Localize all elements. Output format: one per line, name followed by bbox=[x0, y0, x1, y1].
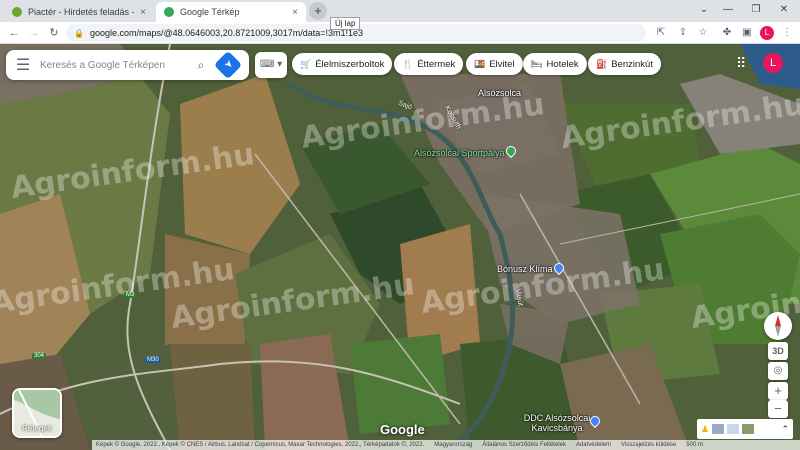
imagery-thumb-icon[interactable] bbox=[712, 424, 725, 434]
forward-icon[interactable]: → bbox=[26, 25, 42, 41]
restaurant-icon: 🍴 bbox=[402, 58, 414, 69]
directions-icon[interactable]: ➤ bbox=[213, 50, 243, 80]
browser-toolbar: ← → ↻ 🔒 google.com/maps/@48.0646003,20.8… bbox=[0, 22, 800, 44]
chip-benzinkut[interactable]: ⛽ Benzinkút bbox=[588, 53, 661, 75]
place-label-kavicsbanya[interactable]: DDC Alsózsolcai Kavicsbánya bbox=[522, 413, 592, 433]
close-window-button[interactable]: ✕ bbox=[774, 2, 794, 18]
footer-link-country[interactable]: Magyarország bbox=[434, 442, 472, 448]
hamburger-menu-icon[interactable]: ☰ bbox=[6, 55, 40, 75]
input-tools-button[interactable]: ⌨ ▾ bbox=[255, 52, 287, 78]
tab-title: Google Térkép bbox=[180, 7, 240, 17]
footer-link-terms[interactable]: Általános Szerződési Feltételek bbox=[482, 442, 566, 448]
menu-kebab-icon[interactable]: ⋮ bbox=[780, 26, 794, 40]
back-icon[interactable]: ← bbox=[6, 25, 22, 41]
account-avatar[interactable]: L bbox=[763, 53, 783, 73]
map-viewport[interactable]: Agroinform.hu Agroinform.hu Agroinform.h… bbox=[0, 44, 800, 450]
grocery-cart-icon: 🛒 bbox=[300, 58, 312, 69]
tab-google-maps[interactable]: Google Térkép × bbox=[156, 2, 306, 22]
expand-icon[interactable]: ⌃ bbox=[781, 424, 789, 435]
new-tab-tooltip: Új lap bbox=[330, 17, 361, 30]
my-location-icon[interactable]: ◎ bbox=[768, 362, 788, 380]
attribution-text: Képek © Google, 2022., Képek © CNES / Ai… bbox=[96, 442, 425, 448]
extensions-icon[interactable]: ✤ bbox=[720, 26, 734, 40]
zoom-out-button[interactable]: − bbox=[768, 400, 788, 418]
gas-station-icon: ⛽ bbox=[596, 58, 608, 69]
chip-label: Élelmiszerboltok bbox=[315, 58, 385, 70]
restore-button[interactable]: ❐ bbox=[746, 2, 766, 18]
place-label-bonusz-klima[interactable]: Bónusz Klíma bbox=[497, 264, 553, 274]
place-label-sportpalya[interactable]: Alsózsolcai Sportpálya bbox=[414, 148, 505, 158]
chip-label: Hotelek bbox=[546, 58, 579, 70]
new-tab-button[interactable]: + bbox=[309, 2, 327, 20]
map-search-box: ☰ ⌕ ➤ bbox=[6, 50, 249, 80]
search-input[interactable] bbox=[40, 59, 188, 71]
compass-icon[interactable] bbox=[764, 312, 792, 340]
reload-icon[interactable]: ↻ bbox=[46, 25, 62, 41]
minimize-button[interactable]: — bbox=[718, 2, 738, 18]
tab-close-icon[interactable]: × bbox=[292, 7, 298, 18]
side-panel-icon[interactable]: ▣ bbox=[740, 26, 754, 40]
road-shield-m3: M3 bbox=[124, 292, 137, 298]
imagery-thumb-icon[interactable] bbox=[742, 424, 755, 434]
imagery-thumb-icon[interactable] bbox=[727, 424, 740, 434]
url-text: google.com/maps/@48.0646003,20.8721009,3… bbox=[89, 28, 364, 38]
road-shield-m30: M30 bbox=[145, 357, 161, 363]
takeout-icon: 🍱 bbox=[474, 58, 486, 69]
tab-search-icon[interactable]: ⌄ bbox=[694, 2, 714, 18]
chip-ettermek[interactable]: 🍴 Éttermek bbox=[394, 53, 464, 75]
profile-avatar[interactable]: L bbox=[760, 26, 774, 40]
layers-toggle[interactable]: Rétegek bbox=[12, 388, 62, 438]
search-icon[interactable]: ⌕ bbox=[188, 58, 214, 73]
layers-label: Rétegek bbox=[22, 424, 52, 433]
tab-strip: Piactér - Hirdetés feladás - Agroi × Goo… bbox=[0, 0, 800, 30]
chip-elvitel[interactable]: 🍱 Elvitel bbox=[466, 53, 523, 75]
chip-elelmiszerboltok[interactable]: 🛒 Élelmiszerboltok bbox=[292, 53, 393, 75]
footer-link-privacy[interactable]: Adatvédelem bbox=[576, 442, 611, 448]
agroinform-favicon-icon bbox=[12, 7, 22, 17]
bookmark-star-icon[interactable]: ☆ bbox=[696, 26, 710, 40]
chip-label: Elvitel bbox=[489, 58, 515, 70]
tab-close-icon[interactable]: × bbox=[140, 7, 146, 18]
hotel-bed-icon: 🛏 bbox=[531, 58, 543, 69]
chip-hotelek[interactable]: 🛏 Hotelek bbox=[523, 53, 587, 75]
tab-agroinform[interactable]: Piactér - Hirdetés feladás - Agroi × bbox=[4, 2, 154, 22]
google-apps-grid-icon[interactable]: ⠿ bbox=[736, 55, 746, 72]
place-label-town[interactable]: Alsózsolca bbox=[478, 88, 521, 98]
map-footer: Képek © Google, 2022., Képek © CNES / Ai… bbox=[92, 440, 800, 450]
lock-icon: 🔒 bbox=[74, 28, 84, 38]
google-logo: Google bbox=[380, 422, 425, 437]
street-view-bar: ♟ ⌃ bbox=[697, 419, 793, 439]
open-in-app-icon[interactable]: ⇱ bbox=[654, 26, 668, 40]
tilt-3d-button[interactable]: 3D bbox=[768, 342, 788, 360]
google-maps-favicon-icon bbox=[164, 7, 174, 17]
chip-label: Éttermek bbox=[417, 58, 456, 70]
chip-label: Benzinkút bbox=[611, 58, 653, 70]
scale-label[interactable]: 500 m bbox=[686, 442, 703, 448]
tab-title: Piactér - Hirdetés feladás - Agroi bbox=[28, 7, 136, 17]
pegman-icon[interactable]: ♟ bbox=[701, 424, 709, 435]
footer-link-feedback[interactable]: Visszajelzés küldése bbox=[621, 442, 676, 448]
share-icon[interactable]: ⇪ bbox=[676, 26, 690, 40]
road-shield-304: 304 bbox=[32, 353, 47, 359]
zoom-in-button[interactable]: + bbox=[768, 382, 788, 400]
